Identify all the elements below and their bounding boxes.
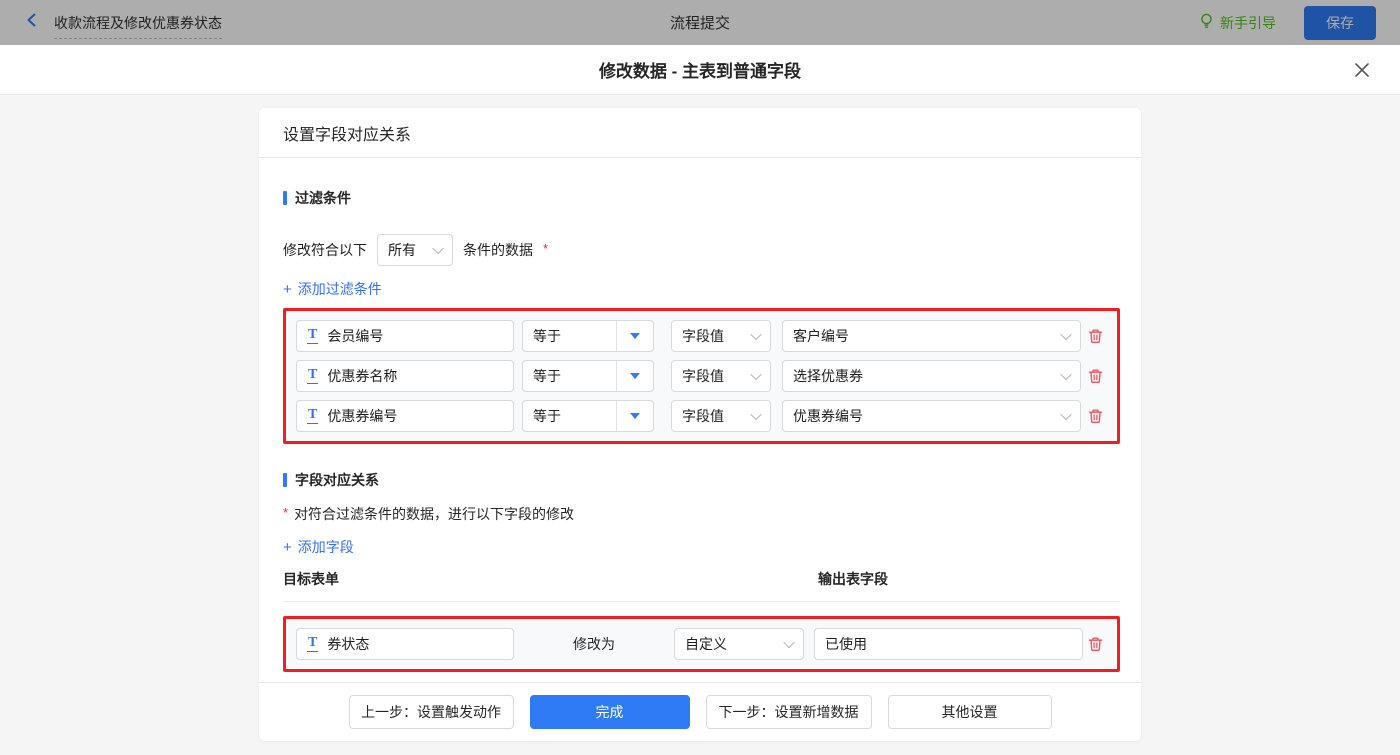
next-step-button[interactable]: 下一步：设置新增数据	[706, 695, 872, 729]
add-filter-condition-label: 添加过滤条件	[298, 279, 382, 299]
edit-data-modal: 修改数据 - 主表到普通字段 设置字段对应关系 过滤条件 修改符合以下	[0, 45, 1400, 755]
topbar: 流程提交 收款流程及修改优惠券状态 新手引导 保存	[0, 0, 1400, 45]
match-condition-row: 修改符合以下 所有 条件的数据 *	[283, 234, 1120, 266]
target-form-column-header: 目标表单	[283, 569, 818, 589]
match-prefix-label: 修改符合以下	[283, 240, 367, 260]
beginner-guide-label: 新手引导	[1220, 13, 1276, 33]
modal-body: 设置字段对应关系 过滤条件 修改符合以下 所有 条件的数据	[0, 95, 1400, 755]
other-settings-button[interactable]: 其他设置	[888, 695, 1052, 729]
value-type-select[interactable]: 字段值	[671, 400, 771, 432]
filter-field-label: 优惠券名称	[327, 366, 397, 386]
screen: 流程提交 收款流程及修改优惠券状态 新手引导 保存 修改数据 - 主表到普通字段	[0, 0, 1400, 755]
chevron-down-icon	[783, 637, 794, 648]
match-type-select[interactable]: 所有	[377, 234, 453, 266]
plus-icon: +	[283, 540, 292, 555]
mapping-description: * 对符合过滤条件的数据，进行以下字段的修改	[283, 504, 1120, 524]
value-field-select[interactable]: 客户编号	[782, 320, 1081, 352]
filter-section-label: 过滤条件	[295, 188, 351, 208]
operator-dropdown[interactable]: 等于	[522, 320, 654, 352]
text-field-icon: T	[307, 408, 318, 424]
lightbulb-icon	[1199, 13, 1214, 32]
filter-field-input[interactable]: T 会员编号	[296, 320, 514, 352]
mapping-description-text: 对符合过滤条件的数据，进行以下字段的修改	[294, 504, 574, 524]
delete-row-trash-icon[interactable]	[1087, 368, 1104, 385]
value-type-select[interactable]: 字段值	[671, 360, 771, 392]
chevron-down-icon	[1060, 409, 1071, 420]
text-field-icon: T	[307, 636, 318, 652]
topbar-right: 新手引导 保存	[1199, 6, 1376, 40]
operator-dropdown[interactable]: 等于	[522, 400, 654, 432]
filter-row: T 会员编号 等于 字段值	[296, 320, 1107, 352]
beginner-guide-button[interactable]: 新手引导	[1199, 13, 1276, 33]
mapping-section-label: 字段对应关系	[295, 470, 379, 490]
card-content: 过滤条件 修改符合以下 所有 条件的数据 * + 添加过滤条件	[259, 158, 1141, 682]
section-bar	[283, 191, 287, 205]
prev-step-button[interactable]: 上一步：设置触发动作	[349, 695, 514, 729]
mapping-field-label: 券状态	[327, 634, 369, 654]
filter-rows-annotation-box: T 会员编号 等于 字段值	[283, 308, 1120, 444]
value-field-select[interactable]: 优惠券编号	[782, 400, 1081, 432]
custom-value-input[interactable]: 已使用	[814, 628, 1083, 660]
chevron-down-icon	[750, 329, 761, 340]
filter-field-input[interactable]: T 优惠券名称	[296, 360, 514, 392]
match-suffix-label: 条件的数据	[463, 240, 533, 260]
filter-field-input[interactable]: T 优惠券编号	[296, 400, 514, 432]
mapping-row-annotation-box: T 券状态 修改为 自定义 已使用	[283, 616, 1120, 672]
card-header: 设置字段对应关系	[259, 108, 1141, 158]
plus-icon: +	[283, 282, 292, 297]
delete-row-trash-icon[interactable]	[1087, 408, 1104, 425]
value-field-select[interactable]: 选择优惠券	[782, 360, 1081, 392]
add-field-link[interactable]: + 添加字段	[283, 537, 354, 557]
value-type-select[interactable]: 字段值	[671, 320, 771, 352]
text-field-icon: T	[307, 328, 318, 344]
add-field-label: 添加字段	[298, 537, 354, 557]
save-button[interactable]: 保存	[1304, 6, 1376, 40]
delete-row-trash-icon[interactable]	[1087, 328, 1104, 345]
delete-row-trash-icon[interactable]	[1087, 636, 1104, 653]
caret-down-icon	[617, 413, 653, 419]
required-mark: *	[543, 241, 548, 256]
done-button[interactable]: 完成	[530, 695, 690, 729]
flow-title[interactable]: 收款流程及修改优惠券状态	[54, 13, 222, 39]
filter-section-title: 过滤条件	[283, 188, 1120, 208]
value-mode-select[interactable]: 自定义	[674, 628, 804, 660]
section-bar	[283, 473, 287, 487]
close-icon[interactable]	[1354, 62, 1370, 78]
operator-dropdown[interactable]: 等于	[522, 360, 654, 392]
mapping-row: T 券状态 修改为 自定义 已使用	[296, 628, 1107, 660]
text-field-icon: T	[307, 368, 318, 384]
filter-field-label: 会员编号	[327, 326, 383, 346]
mapping-field-input[interactable]: T 券状态	[296, 628, 514, 660]
modal-header: 修改数据 - 主表到普通字段	[0, 45, 1400, 95]
filter-field-label: 优惠券编号	[327, 406, 397, 426]
chevron-down-icon	[432, 243, 443, 254]
card-footer: 上一步：设置触发动作 完成 下一步：设置新增数据 其他设置	[259, 682, 1141, 741]
chevron-down-icon	[750, 409, 761, 420]
mapping-table-header: 目标表单 输出表字段	[283, 569, 1120, 602]
filter-row: T 优惠券名称 等于 字段值	[296, 360, 1107, 392]
modal-title: 修改数据 - 主表到普通字段	[599, 57, 801, 82]
output-field-column-header: 输出表字段	[818, 569, 888, 589]
modify-to-label: 修改为	[514, 634, 674, 654]
chevron-down-icon	[1060, 369, 1071, 380]
filter-row: T 优惠券编号 等于 字段值	[296, 400, 1107, 432]
mapping-section-title: 字段对应关系	[283, 470, 1120, 490]
chevron-down-icon	[1060, 329, 1071, 340]
chevron-down-icon	[750, 369, 761, 380]
field-mapping-card: 设置字段对应关系 过滤条件 修改符合以下 所有 条件的数据	[259, 108, 1141, 741]
required-mark: *	[283, 505, 288, 520]
add-filter-condition-link[interactable]: + 添加过滤条件	[283, 279, 382, 299]
caret-down-icon	[617, 373, 653, 379]
caret-down-icon	[617, 333, 653, 339]
